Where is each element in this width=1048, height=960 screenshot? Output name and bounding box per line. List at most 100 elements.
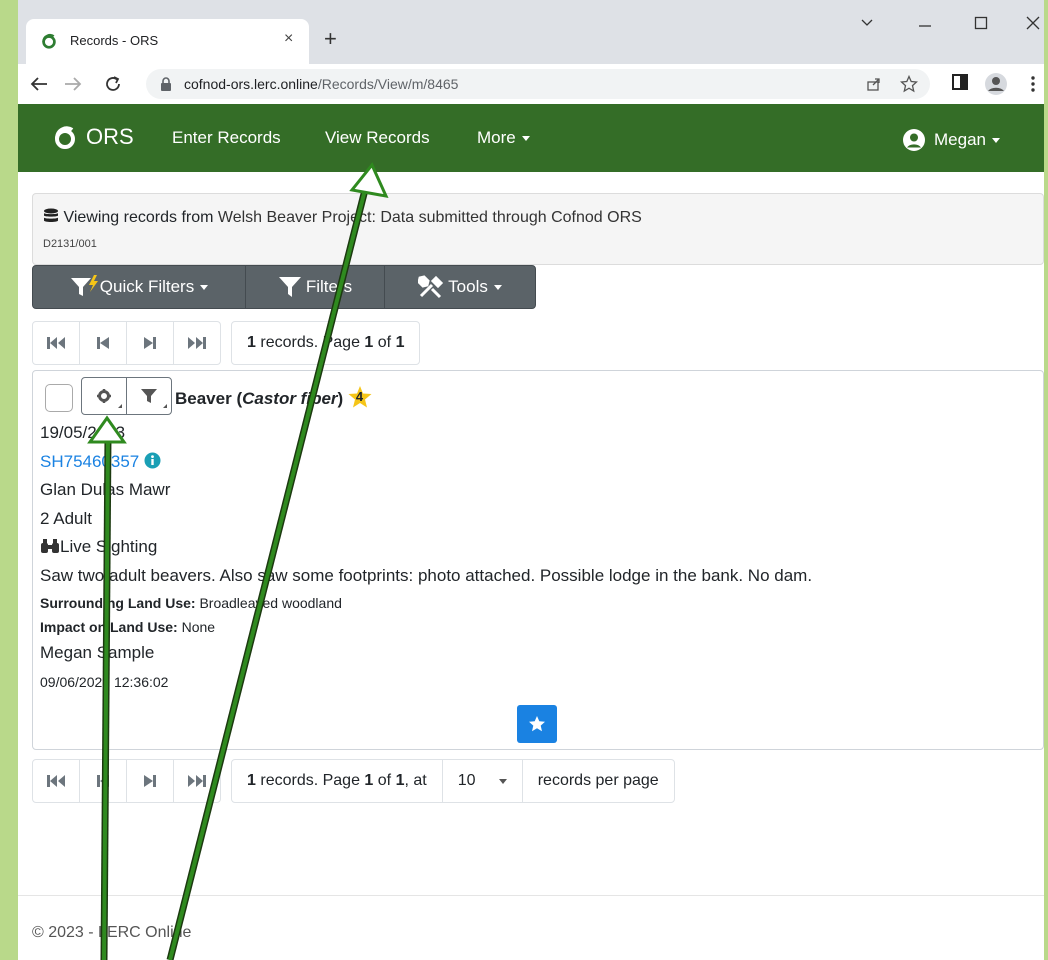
total-pages: 1 (395, 334, 405, 351)
tab-close-icon[interactable]: × (284, 30, 293, 48)
record-filter-button[interactable] (126, 377, 172, 415)
filter-icon (141, 389, 167, 408)
gear-icon (97, 389, 122, 408)
total-pages: 1 (395, 772, 405, 789)
prev-page-button[interactable] (79, 321, 127, 365)
background-strip-left (0, 0, 18, 960)
reload-icon[interactable] (104, 75, 122, 93)
land-use-label: Surrounding Land Use: (40, 595, 196, 611)
nav-more-dropdown[interactable]: More (477, 128, 530, 148)
record-species: Beaver (Castor fiber) 4 (175, 386, 372, 409)
ors-logo-icon (42, 33, 56, 49)
record-site: Glan Dulas Mawr (40, 480, 171, 499)
close-window-icon[interactable] (1026, 16, 1040, 30)
tools-icon (418, 275, 444, 299)
address-row: cofnod-ors.lerc.online/Records/View/m/84… (18, 64, 1044, 105)
record-card: Beaver (Castor fiber) 4 19/05/2023 SH754… (32, 370, 1044, 750)
of-text: of (377, 772, 392, 789)
bottom-page-info: 1 records. Page 1 of 1, at (231, 759, 443, 803)
bottom-pager: 1 records. Page 1 of 1, at 10 records pe… (32, 759, 675, 803)
record-method-row: Live Sighting (40, 537, 157, 557)
share-icon[interactable] (866, 76, 882, 92)
new-tab-button[interactable]: + (324, 25, 337, 53)
background-strip-right (1044, 0, 1048, 960)
tab-search-icon[interactable] (860, 16, 874, 30)
top-pager: 1 records. Page 1 of 1 (32, 321, 421, 365)
user-circle-icon (903, 129, 925, 151)
caret-down-icon (991, 137, 1000, 143)
first-page-icon (47, 337, 65, 349)
side-panel-icon[interactable] (952, 74, 968, 90)
records-text: records. Page (260, 334, 360, 351)
favourite-button[interactable] (517, 705, 557, 743)
maximize-icon[interactable] (974, 16, 988, 30)
record-abundance: 2 Adult (40, 509, 92, 528)
omnibox[interactable]: cofnod-ors.lerc.online/Records/View/m/84… (146, 69, 930, 99)
filters-label: Filters (305, 277, 353, 296)
last-page-button[interactable] (173, 759, 221, 803)
kebab-menu-icon[interactable] (1030, 75, 1036, 93)
prev-page-icon (97, 337, 109, 349)
current-page: 1 (364, 334, 374, 351)
next-page-icon (144, 337, 156, 349)
quick-filters-button[interactable]: Quick Filters (32, 265, 246, 309)
brand-text: ORS (86, 124, 134, 149)
minimize-icon[interactable] (918, 16, 932, 30)
tab-title: Records - ORS (70, 33, 159, 48)
user-name: Megan (934, 130, 986, 149)
browser-tab[interactable]: Records - ORS × (26, 19, 309, 64)
tools-label: Tools (448, 277, 488, 296)
back-arrow-icon[interactable] (30, 76, 48, 92)
per-page-select[interactable]: 10 (441, 759, 523, 803)
species-common: Beaver (175, 389, 232, 408)
record-date: 19/05/2023 (40, 423, 126, 442)
caret-down-icon (493, 284, 502, 290)
footer-copyright: © 2023 - LERC Online (32, 924, 192, 941)
nav-view-records[interactable]: View Records (325, 128, 430, 148)
profile-avatar-icon[interactable] (984, 72, 1008, 96)
record-count: 1 (247, 772, 256, 789)
star-icon (529, 716, 545, 732)
first-page-button[interactable] (32, 759, 80, 803)
dataset-info-line: Viewing records from Welsh Beaver Projec… (43, 208, 642, 227)
bookmark-star-icon[interactable] (900, 75, 918, 93)
site-navbar: ORS Enter Records View Records More Mega… (18, 104, 1044, 172)
url-text[interactable]: cofnod-ors.lerc.online/Records/View/m/84… (184, 76, 458, 92)
nav-enter-records[interactable]: Enter Records (172, 128, 281, 148)
brand-logo[interactable]: ORS (50, 122, 134, 152)
database-icon (44, 208, 58, 222)
caret-down-icon (498, 778, 507, 784)
current-page: 1 (364, 772, 374, 789)
records-text: records. Page (260, 772, 360, 789)
per-page-label: records per page (521, 759, 675, 803)
at-text: , at (404, 772, 427, 789)
next-page-button[interactable] (126, 321, 174, 365)
filters-button[interactable]: Filters (245, 265, 385, 309)
dataset-project: Welsh Beaver Project: Data submitted thr… (217, 209, 642, 226)
last-page-button[interactable] (173, 321, 221, 365)
next-page-button[interactable] (126, 759, 174, 803)
prev-page-button[interactable] (79, 759, 127, 803)
land-use-value: Broadleaved woodland (199, 595, 342, 611)
caret-down-icon (521, 136, 530, 142)
first-page-button[interactable] (32, 321, 80, 365)
land-use-row: Surrounding Land Use: Broadleaved woodla… (40, 595, 342, 611)
record-timestamp: 09/06/2023 12:36:02 (40, 674, 169, 690)
record-settings-button[interactable] (81, 377, 127, 415)
record-recorder: Megan Sample (40, 643, 155, 662)
dataset-code: D2131/001 (43, 238, 97, 250)
record-toolbar: Quick Filters Filters Tools (32, 265, 536, 309)
user-menu-dropdown[interactable]: Megan (902, 128, 1000, 152)
first-page-icon (47, 775, 65, 787)
record-gridref-row: SH75460357 (40, 452, 161, 472)
last-page-icon (188, 337, 206, 349)
tools-button[interactable]: Tools (384, 265, 536, 309)
forward-arrow-icon[interactable] (64, 76, 82, 92)
url-path: /Records/View/m/8465 (317, 76, 459, 92)
gridref-link[interactable]: SH75460357 (40, 452, 139, 471)
record-select-checkbox[interactable] (45, 384, 73, 412)
badge-number: 4 (355, 389, 364, 404)
info-icon[interactable] (144, 452, 161, 469)
impact-row: Impact on Land Use: None (40, 619, 215, 635)
dataset-prefix: Viewing records from (63, 209, 214, 226)
